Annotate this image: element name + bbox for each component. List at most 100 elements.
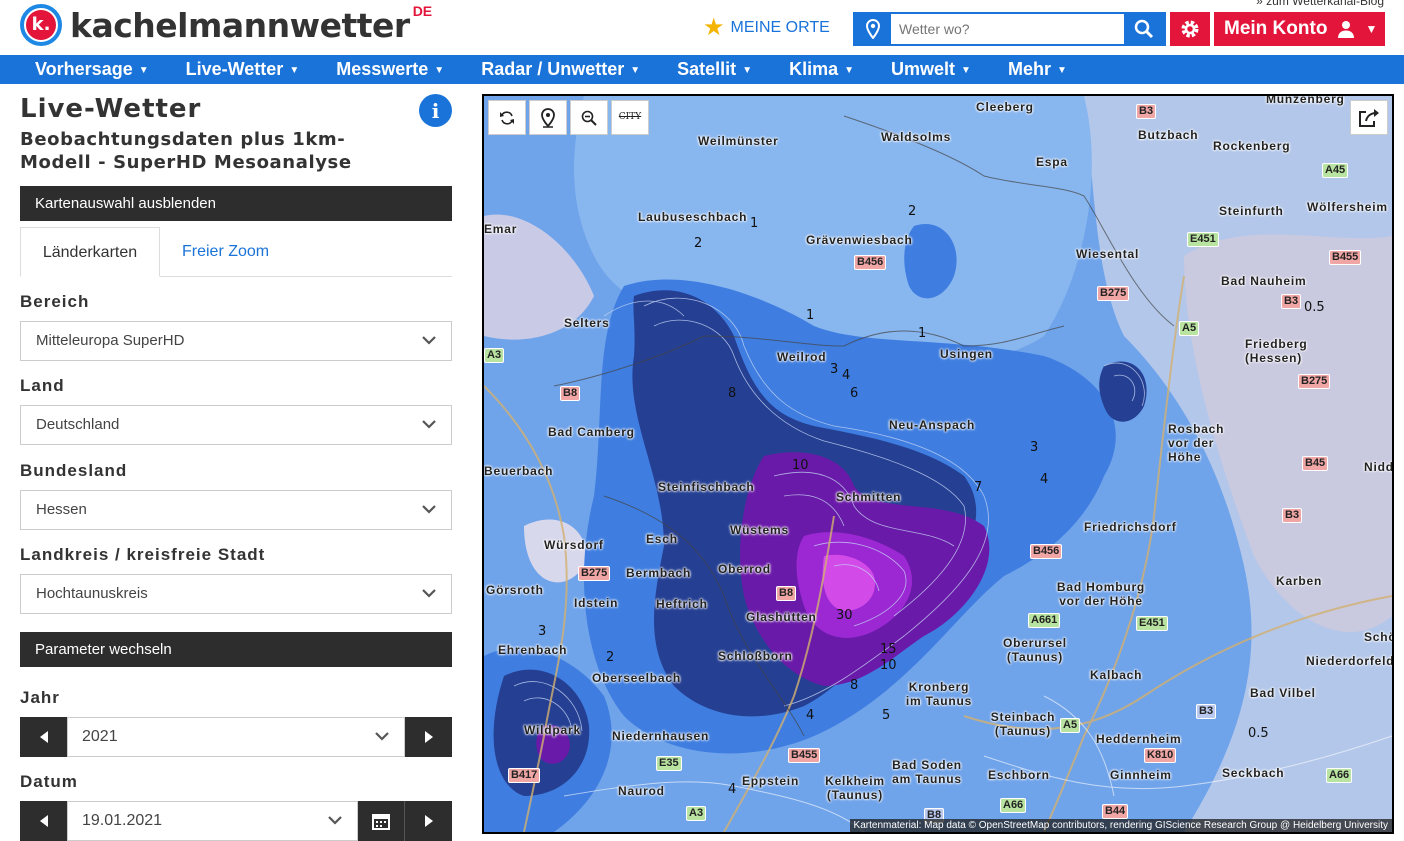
bundesland-value: Hessen [36,501,87,518]
location-pin-icon [541,107,555,128]
place-label: Kalbach [1090,668,1143,682]
search-input[interactable] [891,14,1124,44]
chevron-down-icon: ▼ [1365,22,1378,36]
isoline-value: 5 [882,708,891,723]
chevron-down-icon [422,420,436,429]
place-label: Niedernhausen [612,729,710,743]
road-badge: E451 [1136,616,1168,631]
tab-freier-zoom[interactable]: Freier Zoom [182,227,269,277]
locate-button[interactable] [529,100,567,135]
place-label: Oberursel (Taunus) [1003,636,1067,664]
place-label: Niederdorfelden [1306,654,1394,668]
main-nav: Vorhersage ▼ Live-Wetter ▼ Messwerte ▼ Rada… [0,55,1404,84]
road-badge: B456 [854,255,887,270]
toggle-map-selection-button[interactable]: Kartenauswahl ausblenden [20,186,452,221]
landkreis-select[interactable]: Hochtaunuskreis [20,574,452,614]
isoline-value: 15 [880,642,897,657]
place-label: Karben [1276,574,1323,588]
account-label: Mein Konto [1224,18,1328,39]
jahr-prev-button[interactable] [20,717,67,757]
road-badge: B45 [1302,456,1329,471]
nav-messwerte[interactable]: Messwerte ▼ [336,59,444,80]
bundesland-select[interactable]: Hessen [20,490,452,530]
datum-next-button[interactable] [405,801,452,841]
bereich-label: Bereich [20,292,90,311]
place-label: Kelkheim (Taunus) [825,774,885,802]
jahr-next-button[interactable] [405,717,452,757]
nav-live-wetter[interactable]: Live-Wetter ▼ [186,59,300,80]
parameter-wechseln-button[interactable]: Parameter wechseln [20,632,452,667]
datum-prev-button[interactable] [20,801,67,841]
bereich-select[interactable]: Mitteleuropa SuperHD [20,321,452,361]
place-label: Bad Homburg vor der Höhe [1056,580,1146,608]
place-label: Bad Soden am Taunus [892,758,962,786]
place-label: Rosbach vor der Höhe [1168,422,1225,464]
land-select[interactable]: Deutschland [20,405,452,445]
place-label: Bad Vilbel [1250,686,1316,700]
bundesland-label: Bundesland [20,461,128,480]
road-badge: B8 [776,586,797,601]
nav-klima[interactable]: Klima ▼ [789,59,854,80]
road-badge: A5 [1060,718,1081,733]
place-label: Eschborn [988,768,1050,782]
isoline-value: 3 [830,362,839,377]
nav-mehr[interactable]: Mehr ▼ [1008,59,1067,80]
road-badge: A45 [1322,163,1349,178]
isoline-value: 6 [850,386,859,401]
place-label: Görsroth [486,583,544,597]
tab-laenderkarten[interactable]: Länderkarten [20,227,160,277]
road-badge: A66 [1326,768,1353,783]
city-toggle-button[interactable]: CITY [611,100,649,135]
share-button[interactable] [1350,100,1388,135]
place-label: Steinbach (Taunus) [990,710,1056,738]
datum-select[interactable]: 19.01.2021 [67,801,358,841]
road-badge: A3 [484,348,505,363]
meine-orte-link[interactable]: ★ MEINE ORTE [703,16,830,40]
isoline-value: 2 [908,204,917,219]
place-label: Weilmünster [698,134,779,148]
zoom-out-button[interactable] [570,100,608,135]
refresh-icon [500,110,514,125]
logo-country: DE [412,3,433,19]
nav-satellit[interactable]: Satellit ▼ [677,59,752,80]
place-label: Butzbach [1138,128,1199,142]
place-label: Usingen [940,347,993,361]
isoline-value: 3 [538,624,547,639]
chevron-down-icon [422,336,436,345]
nav-vorhersage[interactable]: Vorhersage ▼ [35,59,149,80]
refresh-button[interactable] [488,100,526,135]
place-label: Emar [484,222,518,236]
calendar-button[interactable] [358,801,405,841]
road-badge: B275 [1097,286,1130,301]
road-badge: B44 [1102,804,1129,819]
logo[interactable]: k. kachelmannwetter DE [20,3,433,46]
road-badge: K810 [1144,748,1177,763]
bereich-value: Mitteleuropa SuperHD [36,332,185,349]
page-subtitle: Beobachtungsdaten plus 1km-Modell - Supe… [20,129,352,173]
nav-umwelt[interactable]: Umwelt ▼ [891,59,971,80]
arrow-left-icon [39,731,48,743]
jahr-select[interactable]: 2021 [67,717,405,757]
weather-map[interactable]: Cleeberg Weilmünster Waldsolms Espa Butz… [482,94,1394,834]
place-label: Eppstein [742,774,800,788]
nav-radar-unwetter[interactable]: Radar / Unwetter ▼ [481,59,640,80]
isoline-value: 10 [792,458,809,473]
blog-link[interactable]: » zum Wetterkanal-Blog [1256,0,1384,8]
search-icon [1134,19,1154,39]
location-search [853,12,1166,46]
search-button[interactable] [1124,14,1164,44]
place-label: Naurod [618,784,665,798]
jahr-value: 2021 [82,728,118,745]
place-label: Idstein [574,596,619,610]
settings-button[interactable] [1170,12,1210,46]
place-label: Wölfersheim [1307,200,1388,214]
road-badge: B275 [578,566,611,581]
place-label: Ginnheim [1110,768,1172,782]
landkreis-value: Hochtaunuskreis [36,585,148,602]
star-icon: ★ [703,14,725,41]
account-button[interactable]: Mein Konto ▼ [1214,12,1385,46]
info-icon[interactable]: i [419,94,452,127]
map-attribution: Kartenmaterial: Map data © OpenStreetMap… [849,819,1392,832]
location-pin-icon[interactable] [855,14,891,44]
page-title: Live-Wetter [20,94,202,124]
